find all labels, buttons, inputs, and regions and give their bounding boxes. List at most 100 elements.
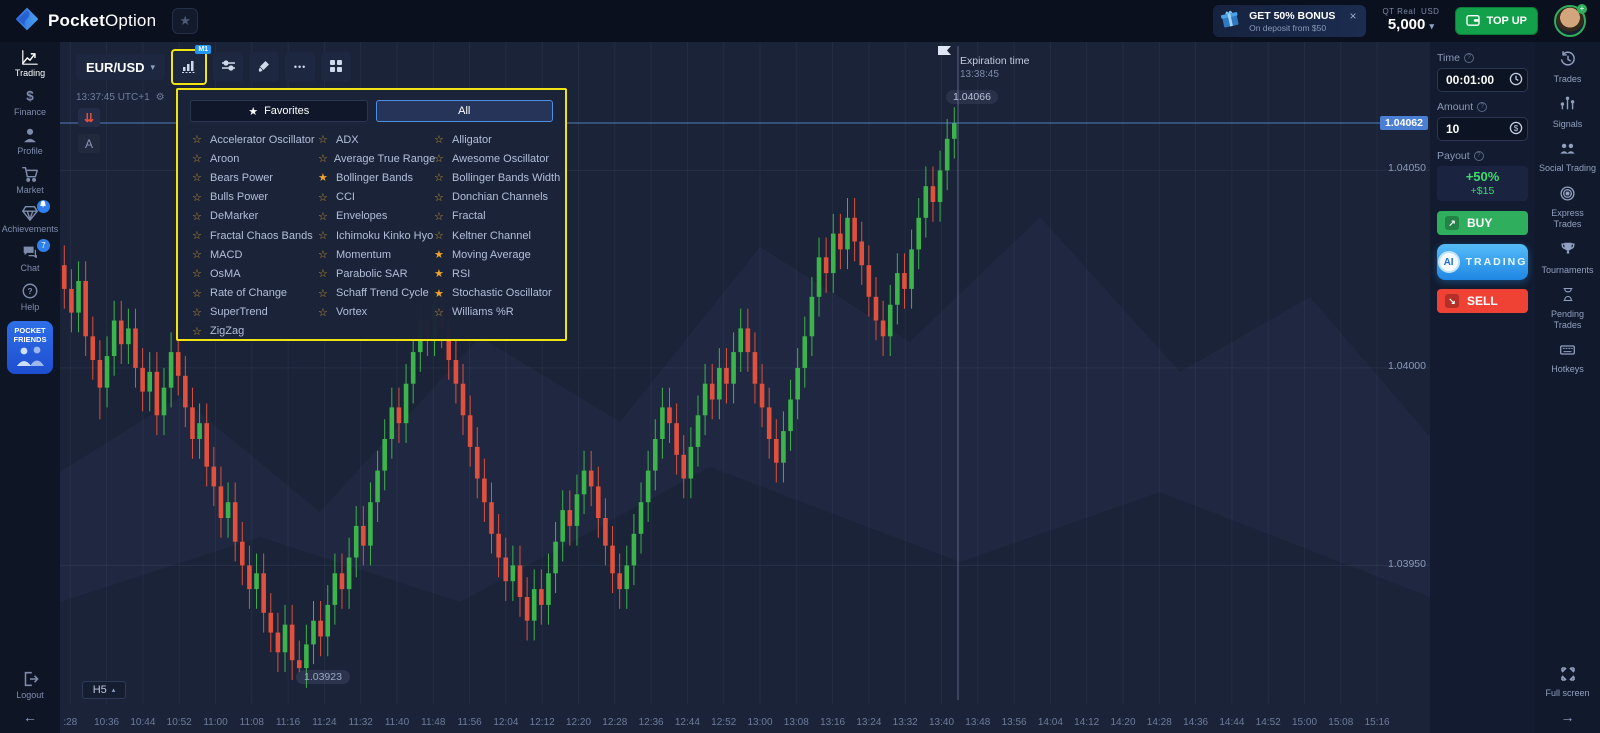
brand-logo[interactable]: PocketOption xyxy=(14,6,156,37)
avatar[interactable]: + xyxy=(1554,5,1586,37)
star-outline-icon[interactable]: ☆ xyxy=(192,325,204,338)
rightbar-item-express[interactable]: Express Trades xyxy=(1538,185,1598,231)
indicator-item[interactable]: ★ Moving Average xyxy=(434,245,566,264)
indicator-item[interactable]: ☆ Accelerator Oscillator xyxy=(192,130,318,149)
drawing-tools-button[interactable] xyxy=(249,52,279,82)
indicator-item[interactable]: ☆ Ichimoku Kinko Hyo xyxy=(318,226,434,245)
indicator-item[interactable]: ☆ Fractal Chaos Bands xyxy=(192,226,318,245)
indicator-item[interactable]: ★ Bollinger Bands xyxy=(318,168,434,187)
star-outline-icon[interactable]: ☆ xyxy=(192,229,204,242)
star-outline-icon[interactable]: ☆ xyxy=(192,267,204,280)
star-filled-icon[interactable]: ★ xyxy=(318,171,330,184)
indicator-item[interactable]: ☆ Bulls Power xyxy=(192,188,318,207)
timeframe-selector[interactable]: H5 ▴ xyxy=(82,681,126,699)
collapse-left-icon[interactable]: ← xyxy=(23,709,37,733)
star-outline-icon[interactable]: ☆ xyxy=(318,267,330,280)
star-outline-icon[interactable]: ☆ xyxy=(318,191,330,204)
indicator-item[interactable]: ☆ Bears Power xyxy=(192,168,318,187)
indicator-item[interactable]: ☆ Parabolic SAR xyxy=(318,264,434,283)
star-outline-icon[interactable]: ☆ xyxy=(318,287,330,300)
favorite-star-button[interactable]: ★ xyxy=(172,8,198,34)
star-outline-icon[interactable]: ☆ xyxy=(434,191,446,204)
sidebar-item-help[interactable]: ? Help xyxy=(2,282,58,312)
indicator-item[interactable]: ☆ Vortex xyxy=(318,303,434,322)
indicator-item[interactable]: ★ Stochastic Oscillator xyxy=(434,284,566,303)
indicator-item[interactable]: ☆ MACD xyxy=(192,245,318,264)
rightbar-item-signals[interactable]: Signals xyxy=(1538,96,1598,131)
star-outline-icon[interactable]: ☆ xyxy=(192,171,204,184)
top-up-button[interactable]: TOP UP xyxy=(1455,7,1538,35)
star-filled-icon[interactable]: ★ xyxy=(434,248,446,261)
star-outline-icon[interactable]: ☆ xyxy=(318,133,330,146)
star-outline-icon[interactable]: ☆ xyxy=(318,229,330,242)
star-outline-icon[interactable]: ☆ xyxy=(192,287,204,300)
star-outline-icon[interactable]: ☆ xyxy=(192,306,204,319)
close-icon[interactable]: × xyxy=(1349,9,1356,23)
star-outline-icon[interactable]: ☆ xyxy=(192,191,204,204)
star-filled-icon[interactable]: ★ xyxy=(434,267,446,280)
indicator-item[interactable]: ☆ Schaff Trend Cycle xyxy=(318,284,434,303)
bonus-banner[interactable]: GET 50% BONUS On deposit from $50 × xyxy=(1213,5,1366,37)
pocket-friends-banner[interactable]: POCKET FRIENDS xyxy=(7,321,53,374)
indicator-item[interactable]: ☆ Donchian Channels xyxy=(434,188,566,207)
star-outline-icon[interactable]: ☆ xyxy=(318,248,330,261)
indicator-item[interactable]: ☆ Alligator xyxy=(434,130,566,149)
star-outline-icon[interactable]: ☆ xyxy=(192,133,204,146)
rightbar-item-tournaments[interactable]: Tournaments xyxy=(1538,240,1598,276)
indicator-item[interactable]: ☆ Aroon xyxy=(192,149,318,168)
star-outline-icon[interactable]: ☆ xyxy=(434,152,446,165)
sell-button[interactable]: ↘ SELL xyxy=(1437,289,1528,313)
star-outline-icon[interactable]: ☆ xyxy=(318,306,330,319)
indicator-item[interactable]: ☆ Fractal xyxy=(434,207,566,226)
star-outline-icon[interactable]: ☆ xyxy=(318,210,330,223)
star-outline-icon[interactable]: ☆ xyxy=(318,152,328,165)
indicator-item[interactable]: ★ RSI xyxy=(434,264,566,283)
sidebar-item-chat[interactable]: Chat7 xyxy=(2,243,58,273)
indicator-item[interactable]: ☆ CCI xyxy=(318,188,434,207)
sidebar-item-trading[interactable]: Trading xyxy=(2,48,58,78)
fullscreen-button[interactable]: Full screen xyxy=(1538,666,1598,700)
indicator-item[interactable]: ☆ ADX xyxy=(318,130,434,149)
ai-trading-button[interactable]: AI TRADING xyxy=(1437,244,1528,280)
star-outline-icon[interactable]: ☆ xyxy=(434,133,446,146)
sidebar-item-achievements[interactable]: Achievements xyxy=(2,204,58,234)
star-outline-icon[interactable]: ☆ xyxy=(192,152,204,165)
sidebar-item-finance[interactable]: $ Finance xyxy=(2,87,58,117)
balance-selector[interactable]: QT Real USD 5,000 ▾ xyxy=(1382,8,1439,33)
indicator-item[interactable]: ☆ SuperTrend xyxy=(192,303,318,322)
more-options-button[interactable]: ••• xyxy=(285,52,315,82)
star-filled-icon[interactable]: ★ xyxy=(434,287,446,300)
indicator-item[interactable]: ☆ DeMarker xyxy=(192,207,318,226)
star-outline-icon[interactable]: ☆ xyxy=(434,306,446,319)
indicator-item[interactable]: ☆ Keltner Channel xyxy=(434,226,566,245)
dollar-icon[interactable]: $ xyxy=(1509,121,1523,140)
sidebar-item-market[interactable]: Market xyxy=(2,165,58,195)
pause-marker-button[interactable]: ⇊ xyxy=(78,108,100,127)
indicator-item[interactable]: ☆ Bollinger Bands Width xyxy=(434,168,566,187)
sidebar-item-logout[interactable]: Logout xyxy=(2,670,58,700)
star-outline-icon[interactable]: ☆ xyxy=(434,171,446,184)
rightbar-item-social[interactable]: Social Trading xyxy=(1538,140,1598,175)
chart-settings-button[interactable] xyxy=(213,52,243,82)
star-outline-icon[interactable]: ☆ xyxy=(434,229,446,242)
layout-grid-button[interactable] xyxy=(321,52,351,82)
indicator-item[interactable]: ☆ ZigZag xyxy=(192,322,318,341)
collapse-right-icon[interactable]: → xyxy=(1561,709,1575,733)
indicator-item[interactable]: ☆ Williams %R xyxy=(434,303,566,322)
tab-all[interactable]: All xyxy=(376,100,554,122)
rightbar-item-pending[interactable]: Pending Trades xyxy=(1538,286,1598,332)
indicators-button[interactable] xyxy=(174,52,204,82)
symbol-selector[interactable]: EUR/USD ▾ xyxy=(76,54,165,80)
sidebar-item-profile[interactable]: Profile xyxy=(2,126,58,156)
buy-button[interactable]: ↗ BUY xyxy=(1437,211,1528,235)
gear-icon[interactable]: ⚙ xyxy=(156,92,165,103)
indicator-item[interactable]: ☆ Awesome Oscillator xyxy=(434,149,566,168)
star-outline-icon[interactable]: ☆ xyxy=(434,210,446,223)
time-axis[interactable]: :2810:3610:4410:5211:0011:0811:1611:2411… xyxy=(60,709,1430,733)
star-outline-icon[interactable]: ☆ xyxy=(192,210,204,223)
indicator-item[interactable]: ☆ Average True Range xyxy=(318,149,434,168)
indicator-item[interactable]: ☆ OsMA xyxy=(192,264,318,283)
indicator-item[interactable]: ☆ Momentum xyxy=(318,245,434,264)
clock-icon[interactable] xyxy=(1509,72,1523,91)
indicator-item[interactable]: ☆ Envelopes xyxy=(318,207,434,226)
